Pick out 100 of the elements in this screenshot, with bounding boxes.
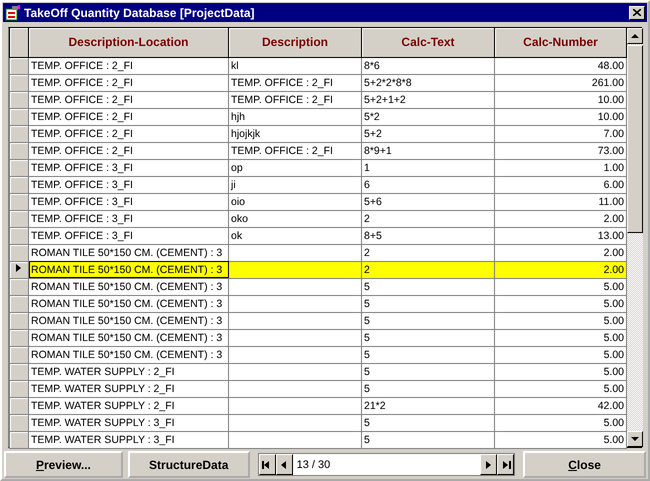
last-record-button[interactable]: [497, 454, 514, 475]
table-cell: oko: [228, 210, 362, 227]
table-cell: 5: [362, 346, 494, 363]
row-selector[interactable]: [10, 261, 28, 278]
table-cell: kl: [228, 57, 362, 74]
table-cell: 5+2: [362, 125, 494, 142]
table-cell: ok: [228, 227, 362, 244]
table-cell: 2: [362, 261, 494, 278]
table-cell: 8*6: [362, 57, 494, 74]
column-header[interactable]: Description: [228, 28, 362, 57]
table-cell: 13.00: [494, 227, 626, 244]
table-cell: ROMAN TILE 50*150 CM. (CEMENT) : 3: [28, 312, 228, 329]
window-title: TakeOff Quantity Database [ProjectData]: [24, 6, 256, 20]
table-cell: TEMP. OFFICE : 2_FI: [28, 125, 228, 142]
table-cell: 73.00: [494, 142, 626, 159]
database-icon: [5, 4, 21, 20]
table-cell: 2: [362, 244, 494, 261]
scroll-up-button[interactable]: [627, 28, 643, 44]
table-cell: 1.00: [494, 159, 626, 176]
close-icon: [633, 9, 641, 16]
table-cell: TEMP. OFFICE : 2_FI: [28, 108, 228, 125]
table-cell: 5*2: [362, 108, 494, 125]
table-cell: 1: [362, 159, 494, 176]
table-cell: TEMP. OFFICE : 3_FI: [28, 227, 228, 244]
table-cell: 5.00: [494, 329, 626, 346]
table-cell: ROMAN TILE 50*150 CM. (CEMENT) : 3: [28, 278, 228, 295]
table-cell: 5.00: [494, 346, 626, 363]
table-cell: 5+2+1+2: [362, 91, 494, 108]
previous-record-button[interactable]: [276, 454, 293, 475]
column-header[interactable]: Description-Location: [28, 28, 228, 57]
column-header[interactable]: Calc-Text: [362, 28, 494, 57]
vertical-scrollbar[interactable]: [627, 28, 643, 447]
next-record-button[interactable]: [480, 454, 498, 475]
table-cell: 10.00: [494, 91, 626, 108]
table-cell: 2.00: [494, 261, 626, 278]
table-cell: TEMP. OFFICE : 2_FI: [28, 74, 228, 91]
scroll-thumb[interactable]: [627, 45, 643, 233]
table-cell: 5.00: [494, 431, 626, 448]
table-cell: 5.00: [494, 295, 626, 312]
table-cell: ROMAN TILE 50*150 CM. (CEMENT) : 3: [28, 295, 228, 312]
table-cell: 5: [362, 278, 494, 295]
up-arrow-icon: [630, 31, 640, 41]
table-cell: TEMP. WATER SUPPLY : 2_FI: [28, 363, 228, 380]
table-cell: 5.00: [494, 363, 626, 380]
table-cell: 48.00: [494, 57, 626, 74]
table-cell: TEMP. OFFICE : 2_FI: [28, 57, 228, 74]
table-cell: 5: [362, 431, 494, 448]
close-button[interactable]: Close: [523, 451, 646, 478]
first-record-button[interactable]: [258, 454, 276, 475]
table-cell: 6.00: [494, 176, 626, 193]
table-cell: TEMP. OFFICE : 2_FI: [228, 91, 362, 108]
table-cell: op: [228, 159, 362, 176]
table-cell: 5+6: [362, 193, 494, 210]
table-cell: 5.00: [494, 380, 626, 397]
scroll-down-button[interactable]: [627, 431, 643, 447]
close-window-button[interactable]: [629, 6, 645, 20]
table-cell: 5: [362, 312, 494, 329]
table-cell: TEMP. WATER SUPPLY : 3_FI: [28, 414, 228, 431]
table-cell: 5+2*2*8*8: [362, 74, 494, 91]
table-cell: TEMP. OFFICE : 2_FI: [28, 91, 228, 108]
table-cell: ROMAN TILE 50*150 CM. (CEMENT) : 3: [28, 346, 228, 363]
table-cell: 42.00: [494, 397, 626, 414]
table-cell: TEMP. WATER SUPPLY : 2_FI: [28, 380, 228, 397]
table-cell: TEMP. OFFICE : 2_FI: [228, 74, 362, 91]
last-icon: [500, 460, 511, 470]
table-cell: 5.00: [494, 278, 626, 295]
table-cell: 5.00: [494, 312, 626, 329]
table-cell: TEMP. WATER SUPPLY : 3_FI: [28, 431, 228, 448]
table-cell: 6: [362, 176, 494, 193]
table-cell: 261.00: [494, 74, 626, 91]
table-cell: hjojkjk: [228, 125, 362, 142]
table-cell: ji: [228, 176, 362, 193]
table-cell: 2.00: [494, 210, 626, 227]
table-cell: 2: [362, 210, 494, 227]
table-cell: TEMP. OFFICE : 3_FI: [28, 210, 228, 227]
table-cell: 5: [362, 295, 494, 312]
table-cell: ROMAN TILE 50*150 CM. (CEMENT) : 3: [28, 329, 228, 346]
structure-data-button[interactable]: StructureData: [128, 451, 250, 478]
down-arrow-icon: [630, 434, 640, 444]
table-cell: 7.00: [494, 125, 626, 142]
table-cell: 5.00: [494, 414, 626, 431]
table-cell: TEMP. WATER SUPPLY : 2_FI: [28, 397, 228, 414]
table-cell: ROMAN TILE 50*150 CM. (CEMENT) : 3: [28, 244, 228, 261]
table-cell: oio: [228, 193, 362, 210]
table-cell: 5: [362, 414, 494, 431]
table-cell: 5: [362, 363, 494, 380]
table-cell: TEMP. OFFICE : 3_FI: [28, 159, 228, 176]
table-cell: 21*2: [362, 397, 494, 414]
table-cell: TEMP. OFFICE : 3_FI: [28, 176, 228, 193]
table-cell: TEMP. OFFICE : 2_FI: [28, 142, 228, 159]
table-cell: 10.00: [494, 108, 626, 125]
preview-button[interactable]: Preview...: [4, 451, 123, 478]
column-header[interactable]: Calc-Number: [494, 28, 626, 57]
table-cell: hjh: [228, 108, 362, 125]
row-selector[interactable]: [10, 57, 28, 74]
table-cell: 11.00: [494, 193, 626, 210]
table-cell: 8*9+1: [362, 142, 494, 159]
table-cell: 5: [362, 329, 494, 346]
table-cell: ROMAN TILE 50*150 CM. (CEMENT) : 3: [28, 261, 228, 278]
table-cell: 2.00: [494, 244, 626, 261]
